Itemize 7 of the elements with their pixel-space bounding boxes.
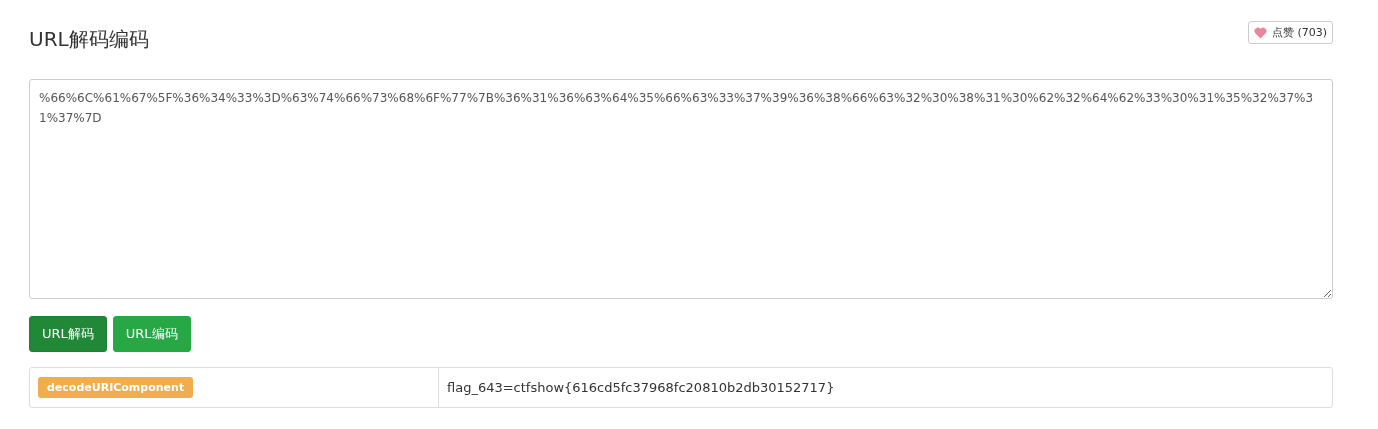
action-button[interactable]: URL解码 [29, 316, 107, 352]
page-title: URL解码编码 [29, 26, 149, 53]
method-label: decodeURIComponent [38, 377, 194, 398]
url-input-field[interactable]: %66%6C%61%67%5F%36%34%33%3D%63%74%66%73%68%6F%77%7B%36%31%36%63%64%35%66%63%33%37%39%36%38%66%63%32%30%38%31%30%62%32%64%62%33%30%31%35%32%37%31%37%7D [29, 79, 1333, 299]
heart-icon [1253, 26, 1267, 39]
like-button[interactable]: 点赞 (703) [1247, 21, 1333, 44]
result-text: flag_643=ctfshow{616cd5fc37968fc20810b2db30152717} [446, 379, 835, 397]
